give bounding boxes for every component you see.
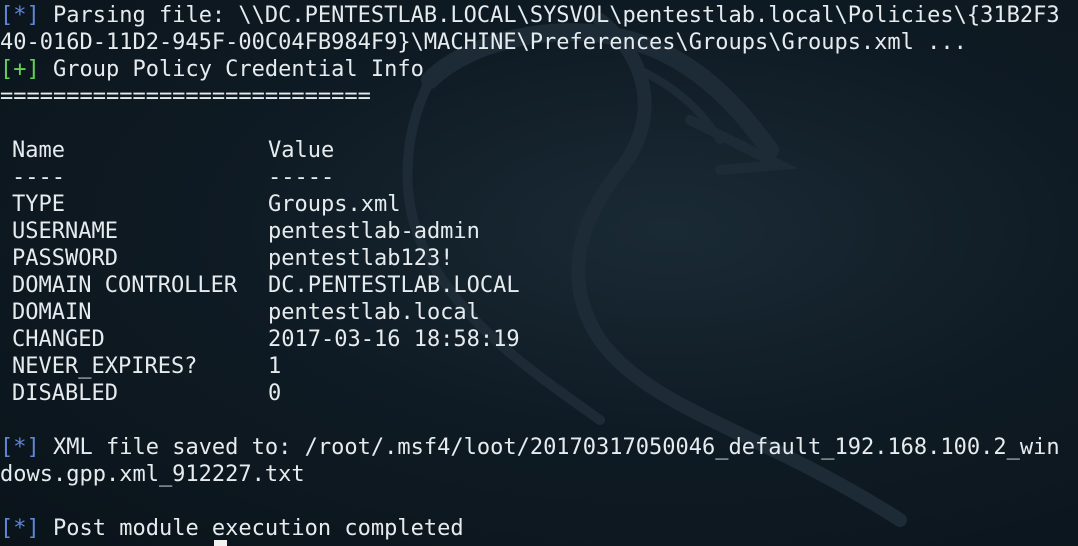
row-name: DOMAIN CONTROLLER: [12, 273, 238, 298]
saved-line: [*] XML file saved to: /root/.msf4/loot/…: [0, 434, 1060, 461]
row-value: 1: [268, 354, 282, 379]
row-name: USERNAME: [12, 219, 118, 244]
completed-text: Post module execution completed: [39, 516, 464, 541]
info-tag: [*]: [0, 516, 40, 541]
saved-path-text-continued: dows.gpp.xml_912227.txt: [0, 462, 305, 487]
row-name: CHANGED: [12, 327, 105, 352]
row-name: NEVER_EXPIRES?: [12, 354, 198, 379]
terminal-cursor: [214, 540, 227, 546]
row-value: pentestlab123!: [268, 246, 454, 271]
row-value: DC.PENTESTLAB.LOCAL: [268, 273, 520, 298]
info-tag: [*]: [0, 3, 40, 28]
row-name: DOMAIN: [12, 300, 92, 325]
row-name: TYPE: [12, 192, 65, 217]
parsing-text-continued: 40-016D-11D2-945F-00C04FB984F9}\MACHINE\…: [0, 30, 967, 55]
success-tag: [+]: [0, 57, 40, 82]
credential-info-title: Group Policy Credential Info: [39, 57, 424, 82]
row-value: pentestlab-admin: [268, 219, 480, 244]
saved-path-text: XML file saved to: /root/.msf4/loot/2017…: [39, 435, 1060, 460]
table-header-name: Name: [12, 138, 65, 163]
terminal-output[interactable]: [*] Parsing file: \\DC.PENTESTLAB.LOCAL\…: [0, 0, 1078, 546]
completed-line: [*] Post module execution completed: [0, 515, 464, 542]
parsing-line: [*] Parsing file: \\DC.PENTESTLAB.LOCAL\…: [0, 2, 1060, 29]
saved-line-continued: dows.gpp.xml_912227.txt: [0, 461, 305, 488]
info-tag: [*]: [0, 435, 40, 460]
parsing-line-continued: 40-016D-11D2-945F-00C04FB984F9}\MACHINE\…: [0, 29, 967, 56]
row-value: Groups.xml: [268, 192, 401, 217]
parsing-text: Parsing file: \\DC.PENTESTLAB.LOCAL\SYSV…: [39, 3, 1060, 28]
table-header-value-underline: -----: [268, 165, 335, 190]
row-name: DISABLED: [12, 381, 118, 406]
heading-separator: ============================: [0, 84, 371, 109]
table-header-value: Value: [268, 138, 335, 163]
table-header-name-underline: ----: [12, 165, 65, 190]
row-value: 0: [268, 381, 282, 406]
credential-info-heading: [+] Group Policy Credential Info: [0, 56, 424, 83]
row-value: 2017-03-16 18:58:19: [268, 327, 520, 352]
row-name: PASSWORD: [12, 246, 118, 271]
row-value: pentestlab.local: [268, 300, 480, 325]
